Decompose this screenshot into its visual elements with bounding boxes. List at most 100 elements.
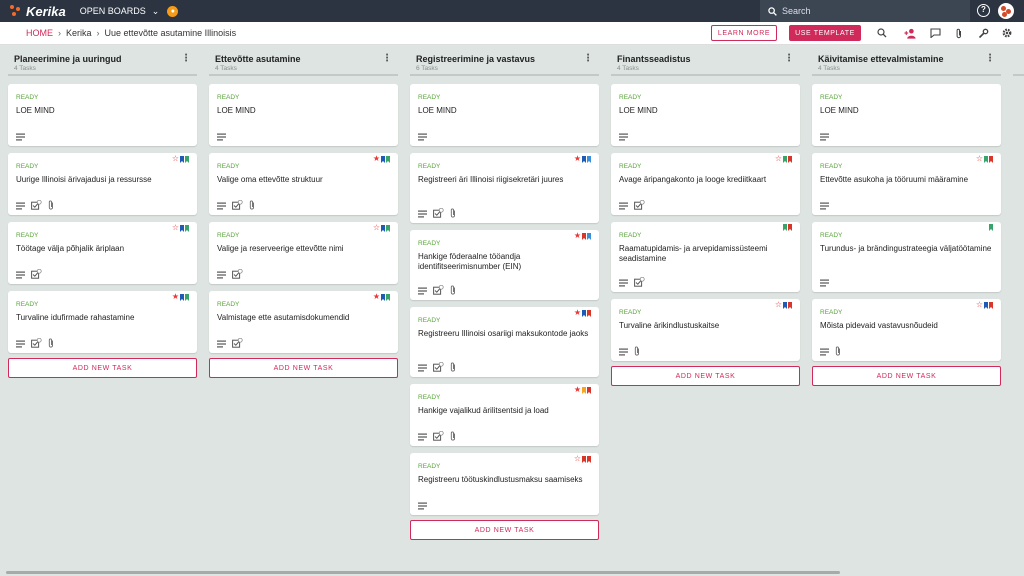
task-card[interactable]: READY LOE MIND: [209, 84, 398, 146]
column-header: Planeerimine ja uuringud 4 Tasks ⋮: [8, 54, 197, 76]
task-flags: ☆: [775, 155, 792, 163]
horizontal-scrollbar[interactable]: [6, 571, 840, 574]
task-icons: [16, 335, 54, 353]
add-new-task-button[interactable]: ADD NEW TASK: [812, 366, 1001, 386]
column-title[interactable]: Käivitamise ettevalmistamine: [818, 54, 1001, 64]
column-title[interactable]: Planeerimine ja uuringud: [14, 54, 197, 64]
task-card[interactable]: READY Registreeru töötuskindlustusmaksu s…: [410, 453, 599, 515]
task-status: READY: [217, 301, 240, 308]
priority-star-icon[interactable]: ★: [373, 293, 380, 301]
task-card[interactable]: READY Hankige vajalikud ärilitsentsid ja …: [410, 384, 599, 446]
task-card[interactable]: READY Ettevõtte asukoha ja tööruumi määra…: [812, 153, 1001, 215]
task-title: Valige oma ettevõtte struktuur: [217, 175, 323, 184]
priority-star-icon[interactable]: ★: [574, 232, 581, 240]
attachment-icon: [634, 343, 640, 361]
settings-gear-icon[interactable]: [1001, 27, 1013, 39]
star-outline-icon[interactable]: ☆: [775, 155, 782, 163]
task-card[interactable]: READY Turvaline ärikindlustuskaitse ☆: [611, 299, 800, 361]
description-icon: [16, 266, 25, 284]
add-new-task-button[interactable]: ADD NEW TASK: [209, 358, 398, 378]
priority-star-icon[interactable]: ★: [574, 309, 581, 317]
description-icon: [820, 274, 829, 292]
search-board-icon[interactable]: [876, 27, 888, 39]
help-icon[interactable]: ?: [977, 4, 990, 17]
use-template-button[interactable]: USE TEMPLATE: [789, 25, 861, 41]
kerika-logo[interactable]: Kerika: [10, 4, 66, 19]
column-title[interactable]: Finantsseadistus: [617, 54, 800, 64]
task-card[interactable]: READY LOE MIND: [410, 84, 599, 146]
breadcrumb-org[interactable]: Kerika: [66, 28, 92, 38]
more-vert-icon[interactable]: ⋮: [985, 54, 995, 64]
add-new-task-button[interactable]: ADD NEW TASK: [8, 358, 197, 378]
star-outline-icon[interactable]: ☆: [775, 301, 782, 309]
more-vert-icon[interactable]: ⋮: [583, 54, 593, 64]
task-card[interactable]: READY Uurige Illinoisi ärivajadusi ja res…: [8, 153, 197, 215]
column-title[interactable]: Registreerimine ja vastavus: [416, 54, 599, 64]
board-column: Planeerimine ja uuringud 4 Tasks ⋮ READY LOE…: [8, 54, 197, 378]
star-outline-icon[interactable]: ☆: [976, 155, 983, 163]
tag-bookmark-icon: [180, 155, 184, 163]
task-flags: ★: [373, 155, 390, 163]
task-icons: [619, 343, 640, 361]
task-icons: [418, 205, 456, 223]
task-card[interactable]: READY Registreeru Illinoisi osariigi maks…: [410, 307, 599, 377]
star-outline-icon[interactable]: ☆: [976, 301, 983, 309]
task-icons: [418, 497, 427, 515]
task-status: READY: [16, 301, 39, 308]
star-outline-icon[interactable]: ☆: [172, 224, 179, 232]
more-vert-icon[interactable]: ⋮: [382, 54, 392, 64]
task-card[interactable]: READY Registreeri äri Illinoisi riigisekr…: [410, 153, 599, 223]
tag-bookmark-icon: [587, 386, 591, 394]
more-vert-icon[interactable]: ⋮: [181, 54, 191, 64]
task-status: READY: [418, 394, 441, 401]
task-card[interactable]: READY Valmistage ette asutamisdokumendid ★: [209, 291, 398, 353]
priority-star-icon[interactable]: ★: [172, 293, 179, 301]
wrench-icon[interactable]: [977, 27, 989, 39]
description-icon: [418, 282, 427, 300]
task-card[interactable]: READY Turundus- ja brändingustrateegia vä…: [812, 222, 1001, 292]
description-icon: [418, 497, 427, 515]
add-person-icon[interactable]: [904, 27, 916, 39]
task-icons: [16, 266, 42, 284]
task-card[interactable]: READY LOE MIND: [8, 84, 197, 146]
task-card[interactable]: READY Hankige föderaalne tööandja identif…: [410, 230, 599, 300]
chat-icon[interactable]: [929, 27, 941, 39]
more-vert-icon[interactable]: ⋮: [784, 54, 794, 64]
task-card[interactable]: READY LOE MIND: [611, 84, 800, 146]
column-title[interactable]: Ettevõtte asutamine: [215, 54, 398, 64]
add-new-task-button[interactable]: ADD NEW TASK: [611, 366, 800, 386]
star-outline-icon[interactable]: ☆: [172, 155, 179, 163]
priority-star-icon[interactable]: ★: [574, 155, 581, 163]
add-new-task-button[interactable]: ADD NEW TASK: [410, 520, 599, 540]
user-avatar[interactable]: [998, 3, 1014, 19]
task-card[interactable]: READY Raamatupidamis- ja arvepidamissüste…: [611, 222, 800, 292]
task-card[interactable]: READY Töötage välja põhjalik äriplaan ☆: [8, 222, 197, 284]
bug-report-icon[interactable]: ●: [167, 5, 179, 17]
task-card[interactable]: READY Turvaline idufirmade rahastamine ★: [8, 291, 197, 353]
attachment-icon: [48, 335, 54, 353]
task-card[interactable]: READY Mõista pidevaid vastavusnõudeid ☆: [812, 299, 1001, 361]
priority-star-icon[interactable]: ★: [574, 386, 581, 394]
open-boards-menu[interactable]: OPEN BOARDS ⌄: [80, 6, 160, 17]
column-header: [1013, 54, 1024, 76]
breadcrumb-home[interactable]: HOME: [26, 28, 53, 38]
attachment-icon[interactable]: [953, 27, 965, 39]
priority-star-icon[interactable]: ★: [373, 155, 380, 163]
star-outline-icon[interactable]: ☆: [574, 455, 581, 463]
learn-more-button[interactable]: LEARN MORE: [711, 25, 777, 41]
task-flags: ☆: [172, 155, 189, 163]
description-icon: [16, 197, 25, 215]
task-status: READY: [418, 240, 441, 247]
star-outline-icon[interactable]: ☆: [373, 224, 380, 232]
task-status: READY: [418, 163, 441, 170]
search-box[interactable]: Search: [760, 0, 970, 22]
task-card[interactable]: READY Valige oma ettevõtte struktuur ★: [209, 153, 398, 215]
task-status: READY: [619, 163, 642, 170]
column-task-count: 4 Tasks: [14, 65, 36, 72]
task-board: Planeerimine ja uuringud 4 Tasks ⋮ READY LOE…: [0, 46, 1024, 570]
task-card[interactable]: READY Valige ja reserveerige ettevõtte ni…: [209, 222, 398, 284]
task-status: READY: [16, 232, 39, 239]
task-flags: ★: [574, 309, 591, 317]
task-card[interactable]: READY Avage äripangakonto ja looge kredii…: [611, 153, 800, 215]
task-card[interactable]: READY LOE MIND: [812, 84, 1001, 146]
